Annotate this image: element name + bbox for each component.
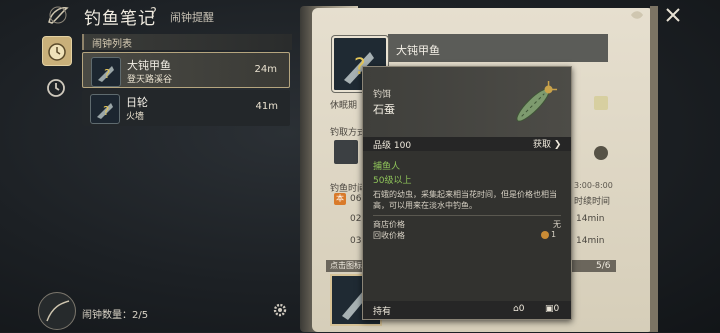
obtain-link[interactable]: 获取 ❯ (533, 137, 561, 150)
item-type: 钓饵 (373, 90, 392, 100)
fishing-logo-icon (48, 6, 69, 24)
bait-slot[interactable] (334, 140, 358, 164)
duration-value: 14min (576, 214, 605, 224)
page-title: 钓鱼笔记 (84, 9, 156, 29)
item-description: 石蛾的幼虫，采集起来相当花时间，但是价格也相当高，可以用来在淡水中钓鱼。 (373, 190, 557, 210)
alarm-location: 火墙 (126, 112, 145, 122)
hint-text: 点击图标 (330, 261, 362, 270)
alarm-list-item[interactable]: ? 大钝甲鱼 登天路溪谷 24m (82, 52, 290, 88)
time-range: 3:00-8:00 (574, 181, 613, 190)
house-count: 0 (518, 304, 525, 314)
fish-name: 大钝甲鱼 (396, 44, 440, 57)
required-level: 50级以上 (373, 176, 412, 186)
fish-icon: ? (91, 57, 121, 87)
obtain-label: 获取 (533, 140, 552, 150)
divider (373, 215, 561, 216)
alarm-list-item[interactable]: ? 日轮 火墙 41m (82, 90, 290, 126)
fish-icon[interactable] (628, 6, 646, 24)
time-row-label: 03 (350, 236, 362, 246)
alarm-tab[interactable] (42, 36, 72, 66)
item-grade: 品级 100 (373, 141, 412, 151)
book-spine (650, 6, 658, 332)
weather-icon (594, 96, 608, 110)
history-tab-icon[interactable] (44, 76, 68, 100)
bag-storage-count: ▣0 (545, 304, 559, 314)
info-icon[interactable] (594, 146, 608, 160)
alarm-list-header: 闹钟列表 (82, 34, 292, 50)
time-row-label: 02 (350, 214, 362, 224)
duration-value: 14min (576, 236, 605, 246)
owned-label: 持有 (373, 307, 392, 317)
required-class: 捕鱼人 (373, 162, 401, 172)
page-subtitle: 闹钟提醒 (170, 11, 214, 24)
alarm-clock-icon (48, 43, 66, 61)
svg-text:?: ? (103, 104, 109, 118)
caddisfly-larva-icon (516, 80, 558, 122)
alarm-distance: 24m (254, 64, 277, 75)
alarm-list-title: 闹钟列表 (92, 39, 132, 50)
tooltip-footer (363, 301, 571, 319)
bag-icon: ▣ (545, 304, 554, 314)
current-badge: 本 (334, 193, 346, 205)
item-name: 石蚕 (373, 103, 395, 116)
method-label: 钓取方式 (330, 128, 367, 138)
alarm-fish-name: 大钝甲鱼 (127, 59, 171, 72)
coin-icon (541, 231, 549, 239)
item-tooltip: 钓饵 石蚕 品级 100 获取 ❯ 捕鱼人 50级以上 石蛾的幼虫，采集起来相当… (362, 66, 572, 320)
svg-text:?: ? (104, 67, 110, 81)
gear-icon[interactable] (272, 302, 288, 318)
alarm-location: 登天路溪谷 (127, 75, 173, 85)
page-indicator: 5/6 (596, 261, 611, 271)
bag-count: 0 (553, 304, 560, 314)
alarm-count: 闹钟数量：2/5 (82, 310, 149, 321)
help-button[interactable]: ? (150, 6, 157, 21)
chevron-right-icon: ❯ (553, 140, 562, 150)
shop-price-value: 无 (553, 220, 561, 229)
time-row-label: 06 (350, 194, 362, 204)
recycle-price-label: 回收价格 (373, 231, 405, 240)
fish-icon: ? (90, 94, 120, 124)
fishing-rod-icon[interactable] (38, 292, 76, 330)
dormancy-label: 休眠期 (330, 101, 358, 111)
shop-price-label: 商店价格 (373, 220, 405, 229)
time-suffix: 时续时间 (574, 197, 611, 207)
house-storage-count: ⌂0 (513, 304, 524, 314)
alarm-distance: 41m (255, 101, 278, 112)
close-icon[interactable] (664, 6, 682, 24)
alarm-fish-name: 日轮 (126, 96, 148, 109)
recycle-price-value: 1 (551, 230, 557, 239)
